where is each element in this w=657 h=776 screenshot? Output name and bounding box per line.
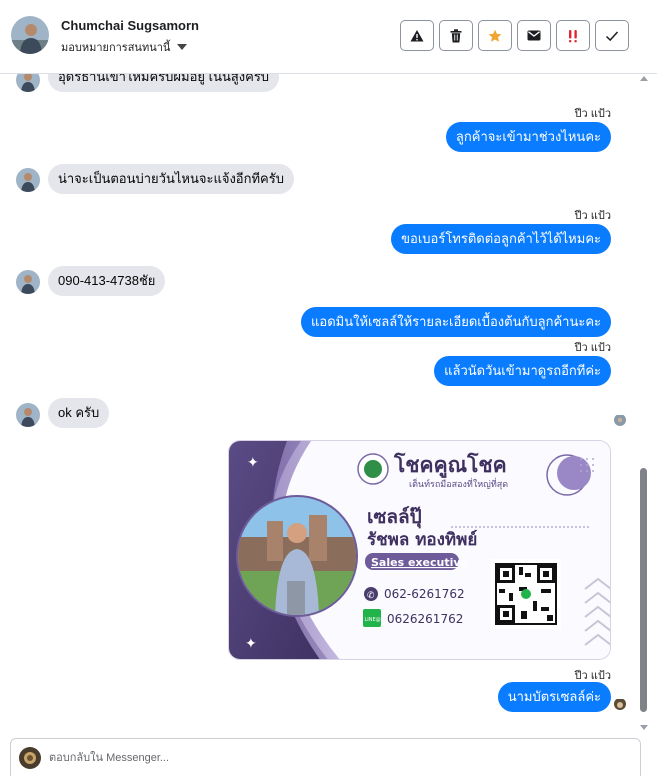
assign-conversation-dropdown[interactable]: มอบหมายการสนทนานี้ [61,38,188,56]
card-brand: โชคคูณโชค [393,452,507,479]
sender-avatar [16,74,40,92]
card-position: Sales executive [371,556,468,569]
svg-text:✆: ✆ [367,591,375,601]
assign-label: มอบหมายการสนทนานี้ [61,42,171,54]
contact-avatar[interactable] [11,16,49,54]
svg-text:✦: ✦ [245,636,257,652]
star-icon [488,29,502,42]
action-toolbar [400,20,629,51]
star-button[interactable] [478,20,512,51]
message-sender-label: ปีว แป้ว [574,210,611,222]
contact-name: Chumchai Sugsamorn [61,18,199,33]
outgoing-message: นามบัตรเซลล์ค่ะ [497,682,611,712]
scroll-down-arrow[interactable] [640,725,648,730]
reply-composer [10,738,641,776]
incoming-message: 090-413-4738ชัย [48,266,166,296]
double-exclamation-icon [569,29,577,42]
mark-unread-button[interactable] [517,20,551,51]
scroll-up-arrow[interactable] [640,76,648,81]
outgoing-message: ขอเบอร์โทรติดต่อลูกค้าไว้ได้ไหมคะ [391,224,611,254]
business-card-image[interactable]: ✦ ✦ โชคคูณโชค เต็นท์รถมือสองที่ใหญ่ที่สุ… [228,440,611,660]
page-avatar [19,747,41,769]
svg-text:✦: ✦ [247,455,259,471]
checkmark-icon [605,30,619,41]
mark-done-button[interactable] [595,20,629,51]
outgoing-message: แอดมินให้เซลล์ให้รายละเอียดเบื้องต้นกับล… [301,307,611,337]
scrollbar-thumb[interactable] [640,468,647,712]
message-thread[interactable]: อุดรธานีเข้าใหม่ครับผมอยู่ เนินสูงครับ ป… [0,74,657,736]
card-phone: 062-6261762 [384,587,465,601]
reply-input[interactable] [49,748,619,768]
warning-icon [410,29,424,41]
conversation-header: Chumchai Sugsamorn มอบหมายการสนทนานี้ [0,0,657,74]
card-line-badge: LINE@ [365,617,381,623]
outgoing-message: แล้วนัดวันเข้ามาดูรถอีกทีค่ะ [434,356,611,386]
envelope-icon [527,30,541,41]
card-full-name: รัชพล ทองทิพย์ [367,529,477,550]
outgoing-message: ลูกค้าจะเข้ามาช่วงไหนคะ [445,122,611,152]
follow-up-button[interactable] [556,20,590,51]
sender-avatar [16,270,40,294]
incoming-message: น่าจะเป็นตอนบ่ายวันไหนจะแจ้งอีกทีครับ [48,164,294,194]
delete-button[interactable] [439,20,473,51]
card-line-id: 0626261762 [387,612,463,626]
read-receipt-avatar [614,698,626,710]
message-sender-label: ปีว แป้ว [574,108,611,120]
read-receipt-avatar [614,414,626,426]
incoming-message: ok ครับ [48,398,110,428]
message-sender-label: ปีว แป้ว [574,342,611,354]
trash-icon [450,28,462,42]
card-nickname: เซลล์ปุ๊ [367,506,422,529]
sender-avatar [16,168,40,192]
caret-down-icon [177,44,188,50]
incoming-message: อุดรธานีเข้าใหม่ครับผมอยู่ เนินสูงครับ [48,74,280,92]
qr-code-icon [491,559,561,629]
mark-spam-button[interactable] [400,20,434,51]
sender-avatar [16,403,40,427]
